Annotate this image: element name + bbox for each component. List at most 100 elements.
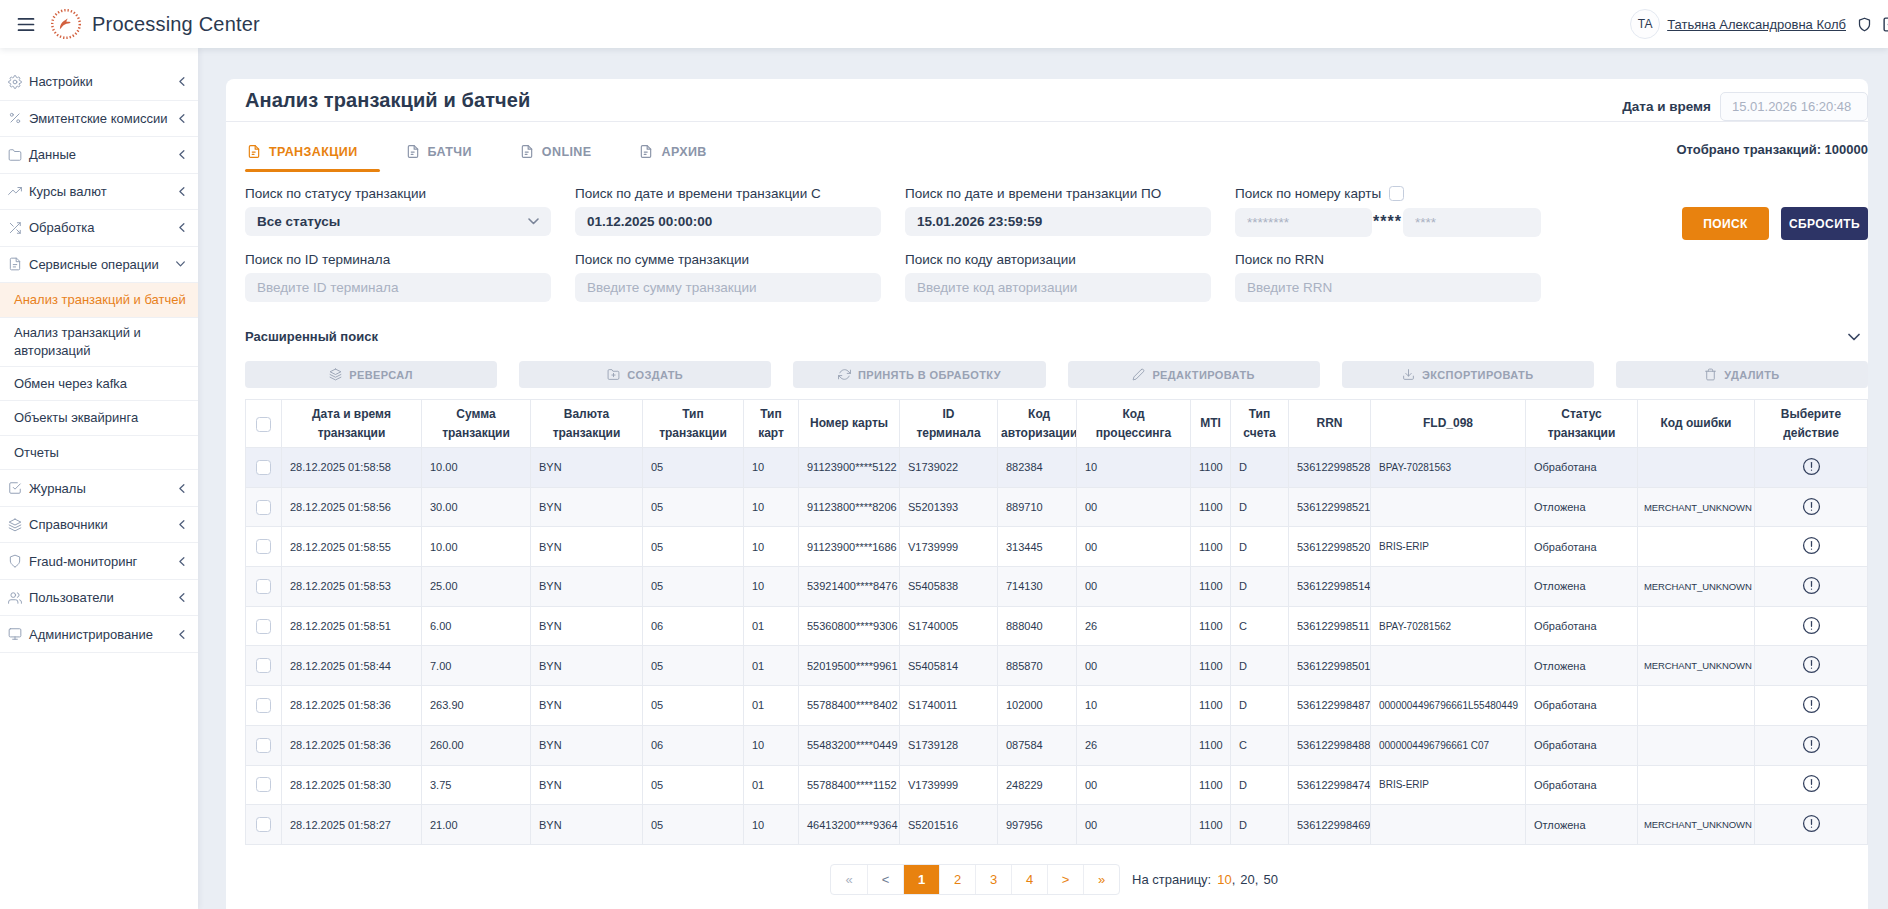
page-button-prev[interactable]: < (867, 865, 903, 894)
alert-circle-icon[interactable] (1802, 457, 1821, 476)
chevron-down-icon[interactable] (1848, 333, 1860, 341)
sidebar-item-zhurnaly[interactable]: Журналы (0, 470, 198, 507)
page-button-1[interactable]: 1 (903, 865, 939, 894)
search-button[interactable]: ПОИСК (1682, 207, 1769, 240)
table-row-2[interactable]: 28.12.2025 01:58:5630.00BYN051091123800*… (246, 487, 1868, 527)
column-header-14[interactable]: Статус транзакции (1526, 400, 1638, 448)
table-row-5[interactable]: 28.12.2025 01:58:516.00BYN060155360800**… (246, 606, 1868, 646)
alert-circle-icon[interactable] (1802, 774, 1821, 793)
auth-code-input[interactable] (905, 273, 1211, 302)
sidebar-item-servisnye-operacii[interactable]: Сервисные операции (0, 247, 198, 284)
sidebar-item-emitentskie-komissii[interactable]: Эмитентские комиссии (0, 101, 198, 138)
date-to-input[interactable] (905, 207, 1211, 236)
rrn-input[interactable] (1235, 273, 1541, 302)
delete-button[interactable]: УДАЛИТЬ (1616, 361, 1868, 388)
column-header-12[interactable]: RRN (1289, 400, 1371, 448)
row-checkbox[interactable] (256, 817, 271, 832)
export-button[interactable]: ЭКСПОРТИРОВАТЬ (1342, 361, 1594, 388)
row-checkbox[interactable] (256, 658, 271, 673)
alert-circle-icon[interactable] (1802, 616, 1821, 635)
column-header-15[interactable]: Код ошибки (1638, 400, 1755, 448)
column-header-16[interactable]: Выберите действие (1755, 400, 1868, 448)
sidebar-item-spravochniki[interactable]: Справочники (0, 507, 198, 544)
row-checkbox[interactable] (256, 698, 271, 713)
table-row-4[interactable]: 28.12.2025 01:58:5325.00BYN051053921400*… (246, 567, 1868, 607)
alert-circle-icon[interactable] (1802, 814, 1821, 833)
row-checkbox[interactable] (256, 539, 271, 554)
column-header-7[interactable]: ID терминала (900, 400, 998, 448)
column-header-5[interactable]: Тип карт (744, 400, 799, 448)
table-row-7[interactable]: 28.12.2025 01:58:36263.90BYN050155788400… (246, 686, 1868, 726)
sidebar-subitem-5[interactable]: Отчеты (0, 436, 198, 471)
column-header-11[interactable]: Тип счета (1231, 400, 1289, 448)
datetime-input[interactable]: 15.01.2026 16:20:48 (1720, 92, 1868, 121)
alert-circle-icon[interactable] (1802, 576, 1821, 595)
column-header-8[interactable]: Код авторизации (998, 400, 1077, 448)
shield-icon[interactable] (1857, 16, 1872, 33)
advanced-search-label[interactable]: Расширенный поиск (245, 329, 378, 344)
column-header-2[interactable]: Сумма транзакции (422, 400, 531, 448)
edit-button[interactable]: РЕДАКТИРОВАТЬ (1068, 361, 1320, 388)
card-number-end-input[interactable] (1403, 208, 1541, 237)
page-button-4[interactable]: 4 (1011, 865, 1047, 894)
select-all-checkbox[interactable] (256, 417, 271, 432)
row-checkbox[interactable] (256, 619, 271, 634)
date-from-input[interactable] (575, 207, 881, 236)
column-header-6[interactable]: Номер карты (799, 400, 900, 448)
tab-2[interactable]: БАТЧИ (404, 145, 494, 172)
per-page-option-10[interactable]: 10, (1217, 872, 1235, 887)
per-page-option-50[interactable]: 50 (1263, 872, 1277, 887)
alert-circle-icon[interactable] (1802, 655, 1821, 674)
table-row-3[interactable]: 28.12.2025 01:58:5510.00BYN051091123900*… (246, 527, 1868, 567)
card-number-checkbox[interactable] (1389, 186, 1404, 201)
column-header-1[interactable]: Дата и время транзакции (282, 400, 422, 448)
sidebar-item-obrabotka[interactable]: Обработка (0, 210, 198, 247)
column-header-10[interactable]: MTI (1191, 400, 1231, 448)
sidebar-subitem-3[interactable]: Обмен через kafka (0, 367, 198, 402)
avatar[interactable]: ТА (1630, 9, 1660, 39)
sidebar-subitem-4[interactable]: Объекты эквайринга (0, 401, 198, 436)
alert-circle-icon[interactable] (1802, 695, 1821, 714)
alert-circle-icon[interactable] (1802, 536, 1821, 555)
amount-input[interactable] (575, 273, 881, 302)
page-button-2[interactable]: 2 (939, 865, 975, 894)
table-row-10[interactable]: 28.12.2025 01:58:2721.00BYN051046413200*… (246, 805, 1868, 845)
table-row-9[interactable]: 28.12.2025 01:58:303.75BYN050155788400**… (246, 765, 1868, 805)
page-button-first[interactable]: « (831, 865, 867, 894)
row-checkbox[interactable] (256, 500, 271, 515)
logout-icon[interactable] (1882, 16, 1888, 33)
sidebar-item-kursy-valyut[interactable]: Курсы валют (0, 174, 198, 211)
alert-circle-icon[interactable] (1802, 735, 1821, 754)
column-header-13[interactable]: FLD_098 (1371, 400, 1526, 448)
card-number-start-input[interactable] (1235, 208, 1372, 237)
page-button-next[interactable]: > (1047, 865, 1083, 894)
column-header-9[interactable]: Код процессинга (1077, 400, 1191, 448)
alert-circle-icon[interactable] (1802, 497, 1821, 516)
tab-3[interactable]: ONLINE (518, 145, 614, 172)
reset-button[interactable]: СБРОСИТЬ (1781, 207, 1868, 240)
sidebar-item-fraud-monitoring[interactable]: Fraud-мониторинг (0, 543, 198, 580)
table-row-6[interactable]: 28.12.2025 01:58:447.00BYN050152019500**… (246, 646, 1868, 686)
row-checkbox[interactable] (256, 460, 271, 475)
process-button[interactable]: ПРИНЯТЬ В ОБРАБОТКУ (793, 361, 1045, 388)
tab-4[interactable]: АРХИВ (637, 145, 728, 172)
status-select[interactable]: Все статусы (245, 207, 551, 236)
sidebar-subitem-2[interactable]: Анализ транзакций и авторизаций (0, 318, 198, 367)
sidebar-item-nastroyki[interactable]: Настройки (0, 64, 198, 101)
create-button[interactable]: СОЗДАТЬ (519, 361, 771, 388)
terminal-id-input[interactable] (245, 273, 551, 302)
page-button-last[interactable]: » (1083, 865, 1119, 894)
page-button-3[interactable]: 3 (975, 865, 1011, 894)
column-header-4[interactable]: Тип транзакции (643, 400, 744, 448)
sidebar-item-administrirovanie[interactable]: Администрирование (0, 616, 198, 653)
tab-1[interactable]: ТРАНЗАКЦИИ (245, 145, 380, 172)
menu-icon[interactable] (16, 14, 36, 34)
row-checkbox[interactable] (256, 579, 271, 594)
row-checkbox[interactable] (256, 738, 271, 753)
sidebar-item-polzovateli[interactable]: Пользователи (0, 580, 198, 617)
table-row-8[interactable]: 28.12.2025 01:58:36260.00BYN061055483200… (246, 725, 1868, 765)
reversal-button[interactable]: РЕВЕРСАЛ (245, 361, 497, 388)
column-header-3[interactable]: Валюта транзакции (531, 400, 643, 448)
table-row-1[interactable]: 28.12.2025 01:58:5810.00BYN051091123900*… (246, 448, 1868, 488)
sidebar-subitem-1[interactable]: Анализ транзакций и батчей (0, 283, 198, 318)
